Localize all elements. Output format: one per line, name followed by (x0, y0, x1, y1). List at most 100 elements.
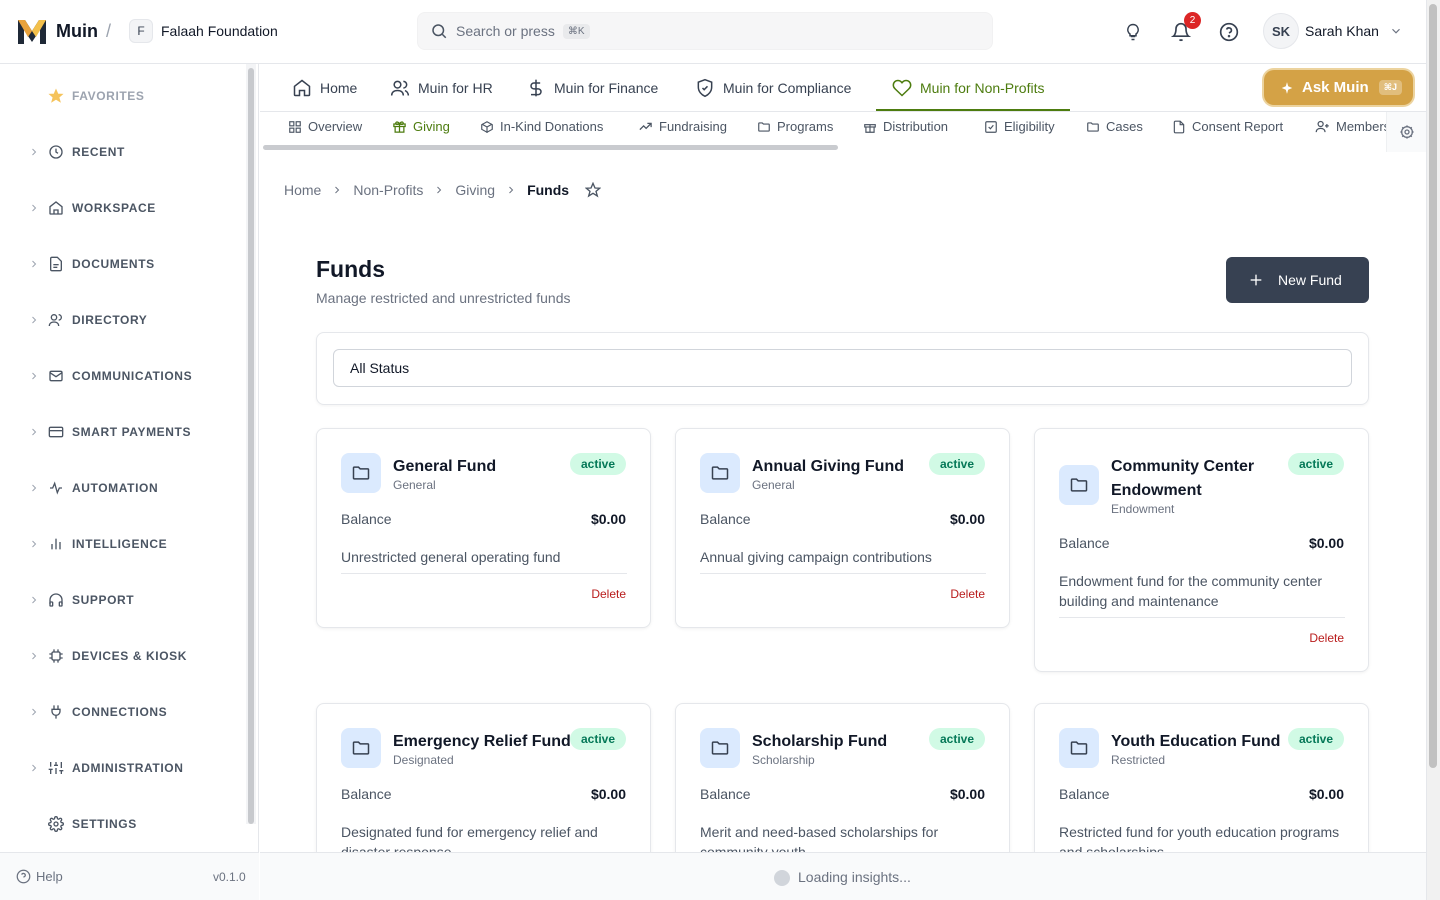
chevron-right-icon[interactable] (28, 482, 40, 494)
sidebar-item-label: RECENT (72, 145, 125, 159)
user-name: Sarah Khan (1305, 23, 1379, 39)
sidebar-item-administration[interactable]: ADMINISTRATION (0, 756, 240, 780)
tab-muin-for-hr[interactable]: Muin for HR (390, 64, 493, 111)
sidebar-item-automation[interactable]: AUTOMATION (0, 476, 240, 500)
fund-card[interactable]: Annual Giving Fund General active Balance $0… (675, 428, 1010, 628)
subtab-programs[interactable]: Programs (757, 119, 833, 134)
fund-description: Unrestricted general operating fund (341, 549, 561, 565)
chevron-right-icon[interactable] (28, 706, 40, 718)
ask-muin-button[interactable]: Ask Muin ⌘J (1264, 70, 1413, 105)
sidebar-item-documents[interactable]: DOCUMENTS (0, 252, 240, 276)
page-scrollbar-thumb[interactable] (1429, 4, 1437, 768)
breadcrumb-non-profits[interactable]: Non-Profits (353, 182, 423, 198)
subtab-members[interactable]: Members (1315, 119, 1390, 134)
dollar-icon (526, 78, 546, 98)
subtab-consent-report[interactable]: Consent Report (1172, 119, 1283, 134)
org-switcher[interactable]: F Falaah Foundation (129, 19, 278, 43)
sidebar-footer: Help v0.1.0 (0, 852, 259, 900)
sidebar-item-directory[interactable]: DIRECTORY (0, 308, 240, 332)
help-link[interactable]: Help (16, 869, 63, 884)
tab-finance-label: Muin for Finance (554, 79, 659, 96)
fund-name[interactable]: Emergency Relief Fund (393, 730, 573, 754)
sidebar-item-workspace[interactable]: WORKSPACE (0, 196, 240, 220)
sidebar-item-smart-payments[interactable]: SMART PAYMENTS (0, 420, 240, 444)
ask-muin-shortcut: ⌘J (1378, 80, 1403, 95)
chevron-right-icon[interactable] (28, 314, 40, 326)
fund-name[interactable]: Youth Education Fund (1111, 730, 1291, 754)
status-badge: active (569, 453, 626, 475)
sidebar-item-settings[interactable]: SETTINGS (0, 812, 240, 836)
subtab-distribution[interactable]: Distribution (863, 119, 948, 134)
brand[interactable]: Muin / (16, 16, 111, 46)
search-icon (430, 22, 448, 40)
search-input[interactable]: Search or press ⌘K (417, 12, 993, 50)
subtab-members-label: Members (1336, 119, 1391, 134)
home-icon (48, 200, 64, 216)
delete-fund-button[interactable]: Delete (950, 587, 985, 601)
subtab-fundraising[interactable]: Fundraising (638, 119, 727, 134)
sidebar-item-recent[interactable]: RECENT (0, 140, 240, 164)
breadcrumb-giving[interactable]: Giving (455, 182, 495, 198)
delete-fund-button[interactable]: Delete (591, 587, 626, 601)
fund-description: Designated fund for emergency relief and… (341, 824, 598, 852)
fund-card[interactable]: Community Center Endowment Endowment activ… (1034, 428, 1369, 672)
new-fund-button[interactable]: New Fund (1226, 257, 1369, 303)
sidebar: FAVORITES RECENT WORKSPACE DOCUMENTS DIRECT… (0, 64, 259, 900)
sidebar-item-intelligence[interactable]: INTELLIGENCE (0, 532, 240, 556)
tab-muin-for-non-profits[interactable]: Muin for Non-Profits (892, 64, 1044, 111)
grid-icon (288, 120, 302, 134)
subtab-eligibility[interactable]: Eligibility (984, 119, 1055, 134)
chevron-right-icon[interactable] (28, 146, 40, 158)
folder-icon (700, 453, 740, 493)
chevron-right-icon[interactable] (28, 258, 40, 270)
fund-description: Annual giving campaign contributions (700, 549, 932, 565)
subtabs-settings-button[interactable] (1386, 112, 1426, 152)
mail-icon (48, 368, 64, 384)
fund-card[interactable]: Youth Education Fund Restricted active Bala… (1034, 703, 1369, 852)
fund-name[interactable]: General Fund (393, 455, 573, 479)
subtab-giving[interactable]: Giving (392, 119, 450, 134)
sidebar-item-favorites[interactable]: FAVORITES (0, 84, 240, 108)
subtabs-scrollbar-thumb[interactable] (263, 145, 838, 150)
sidebar-item-support[interactable]: SUPPORT (0, 588, 240, 612)
tab-muin-for-finance[interactable]: Muin for Finance (526, 64, 658, 111)
sidebar-item-devices-kiosk[interactable]: DEVICES & KIOSK (0, 644, 240, 668)
user-menu[interactable]: SK Sarah Khan (1263, 13, 1403, 49)
chevron-right-icon[interactable] (28, 538, 40, 550)
sidebar-favorites-label: FAVORITES (72, 89, 145, 103)
sidebar-scrollbar-thumb[interactable] (248, 68, 254, 824)
chevron-right-icon[interactable] (28, 370, 40, 382)
sidebar-item-connections[interactable]: CONNECTIONS (0, 700, 240, 724)
status-filter-select[interactable]: All Status (333, 349, 1352, 387)
help-circle-icon[interactable] (1217, 20, 1241, 44)
chevron-right-icon[interactable] (28, 762, 40, 774)
balance-label: Balance (1059, 786, 1110, 802)
chevron-right-icon[interactable] (28, 202, 40, 214)
subtab-overview[interactable]: Overview (288, 119, 362, 134)
subtab-programs-label: Programs (777, 119, 834, 134)
star-outline-icon[interactable] (585, 182, 602, 198)
delete-fund-button[interactable]: Delete (1309, 631, 1344, 645)
fund-name[interactable]: Annual Giving Fund (752, 455, 932, 479)
fund-name[interactable]: Scholarship Fund (752, 730, 932, 754)
lightbulb-icon[interactable] (1121, 20, 1145, 44)
folder-icon (341, 728, 381, 768)
chevron-right-icon[interactable] (28, 594, 40, 606)
fund-card[interactable]: Scholarship Fund Scholarship active Balance… (675, 703, 1010, 852)
status-bar: Loading insights... (260, 852, 1426, 900)
chevron-right-icon[interactable] (28, 650, 40, 662)
status-badge: active (1287, 728, 1344, 750)
sidebar-item-label: SMART PAYMENTS (72, 425, 192, 439)
fund-card[interactable]: Emergency Relief Fund Designated active Bal… (316, 703, 651, 852)
subtab-in-kind-label: In-Kind Donations (500, 119, 604, 134)
fund-card[interactable]: General Fund General active Balance $0.00 Unr… (316, 428, 651, 628)
subtab-cases[interactable]: Cases (1086, 119, 1143, 134)
folder-icon (1059, 465, 1099, 505)
sidebar-item-communications[interactable]: COMMUNICATIONS (0, 364, 240, 388)
fund-name[interactable]: Community Center Endowment (1111, 455, 1291, 503)
chevron-right-icon[interactable] (28, 426, 40, 438)
subtab-in-kind-donations[interactable]: In-Kind Donations (480, 119, 603, 134)
tab-muin-for-compliance[interactable]: Muin for Compliance (695, 64, 851, 111)
tab-home[interactable]: Home (292, 64, 357, 111)
breadcrumb-home[interactable]: Home (284, 182, 321, 198)
